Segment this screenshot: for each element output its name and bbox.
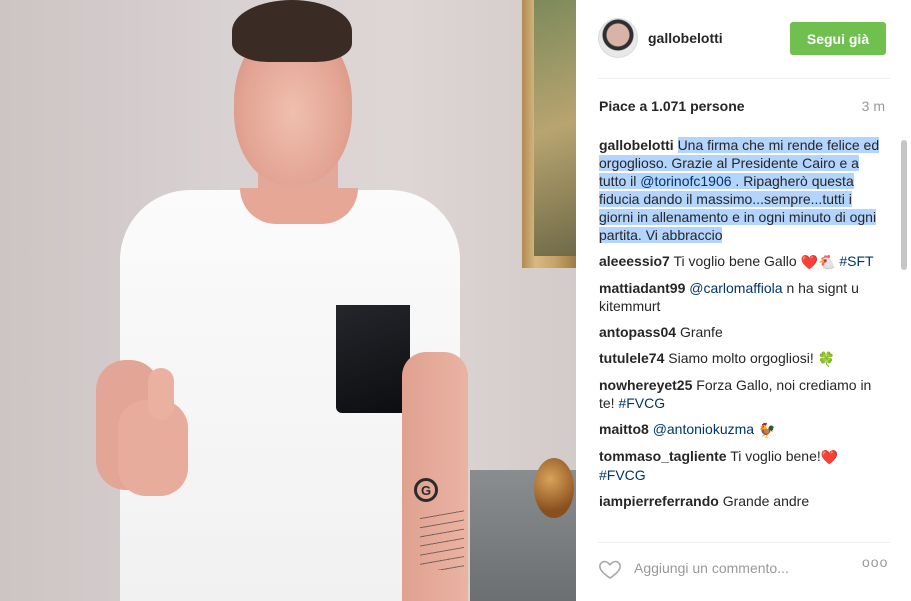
rooster-emoji-icon: 🐓 (757, 422, 776, 438)
comment-username[interactable]: aleeessio7 (599, 253, 670, 269)
more-options-button[interactable]: ooo (862, 554, 888, 570)
comment-username[interactable]: tommaso_tagliente (599, 448, 727, 464)
post-header: gallobelotti Segui già (576, 0, 911, 78)
avatar[interactable] (598, 18, 638, 58)
list-item: tommaso_tagliente Ti voglio bene!❤️ #FVC… (599, 447, 883, 484)
divider (598, 78, 890, 79)
mention-link[interactable]: @torinofc1906 (640, 173, 731, 189)
comment-username[interactable]: mattiadant99 (599, 280, 685, 296)
comment-username[interactable]: antopass04 (599, 324, 676, 340)
comment-input[interactable] (634, 555, 854, 581)
list-item: maitto8 @antoniokuzma 🐓 (599, 420, 883, 439)
comments-scrollbar[interactable] (901, 140, 907, 520)
post-time[interactable]: 3 m (862, 98, 885, 114)
list-item: aleeessio7 Ti voglio bene Gallo ❤️🐔 #SFT (599, 252, 883, 271)
comment-text: Grande andre (722, 493, 810, 509)
comments-list[interactable]: gallobelotti Una firma che mi rende feli… (599, 136, 883, 534)
hashtag-link[interactable]: #FVCG (618, 395, 665, 411)
comment-text: Ti voglio bene Gallo (673, 253, 801, 269)
arm-script-tattoo (420, 510, 464, 570)
comment-text: Siamo molto orgogliosi! (668, 350, 818, 366)
heart-icon[interactable] (598, 557, 622, 581)
mention-link[interactable]: @antoniokuzma (653, 421, 754, 437)
post-sidebar: gallobelotti Segui già Piace a 1.071 per… (576, 0, 911, 601)
clover-emoji-icon: 🍀 (817, 351, 836, 367)
heart-emoji-icon: ❤️ (820, 449, 839, 465)
comment-text: Ti voglio bene! (730, 448, 821, 464)
comment-username[interactable]: maitto8 (599, 421, 649, 437)
hashtag-link[interactable]: #SFT (839, 253, 873, 269)
post-footer: ooo (576, 542, 911, 601)
wall-painting (522, 0, 576, 268)
hashtag-link[interactable]: #FVCG (599, 467, 646, 483)
list-item: tutulele74 Siamo molto orgogliosi! 🍀 (599, 349, 883, 368)
decorative-egg (534, 458, 574, 518)
comment-username[interactable]: iampierreferrando (599, 493, 719, 509)
comment-username[interactable]: tutulele74 (599, 350, 664, 366)
comment-username[interactable]: nowhereyet25 (599, 377, 692, 393)
list-item: mattiadant99 @carlomaffiola n ha signt u… (599, 279, 883, 315)
follow-button[interactable]: Segui già (790, 22, 886, 55)
arm-tattoo: G (414, 478, 438, 502)
mention-link[interactable]: @carlomaffiola (689, 280, 782, 296)
caption: gallobelotti Una firma che mi rende feli… (599, 136, 883, 244)
heart-rooster-emoji-icon: ❤️🐔 (800, 254, 836, 270)
list-item: iampierreferrando Grande andre (599, 492, 883, 510)
list-item: antopass04 Granfe (599, 323, 883, 341)
list-item: nowhereyet25 Forza Gallo, noi crediamo i… (599, 376, 883, 412)
black-pocket (336, 305, 410, 413)
post-photo[interactable]: G (0, 0, 576, 601)
header-username[interactable]: gallobelotti (648, 30, 723, 46)
scroll-thumb[interactable] (901, 140, 907, 270)
comment-username[interactable]: gallobelotti (599, 137, 674, 153)
likes-count[interactable]: Piace a 1.071 persone (599, 98, 745, 114)
comment-text: Granfe (679, 324, 723, 340)
